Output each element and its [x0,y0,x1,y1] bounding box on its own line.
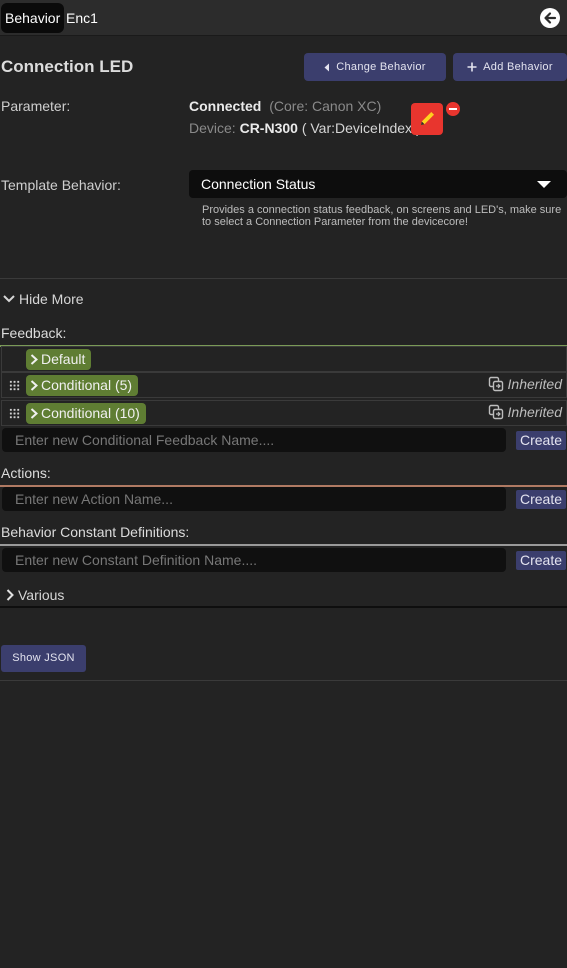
divider [0,606,567,608]
hide-more-label: Hide More [19,291,84,307]
various-toggle[interactable]: Various [6,587,64,603]
drag-handle-icon[interactable] [9,408,20,419]
feedback-item-conditional-10[interactable]: Conditional (10) [26,403,146,424]
drag-handle-icon[interactable] [9,380,20,391]
inherited-label: Inherited [507,376,562,392]
template-description: Provides a connection status feedback, o… [202,204,562,228]
create-constant-button[interactable]: Create [516,551,566,570]
parameter-device-line: Device: CR-N300 ( Var:DeviceIndex ) [189,120,421,136]
hide-more-toggle[interactable]: Hide More [3,291,84,307]
show-json-button[interactable]: Show JSON [1,645,86,672]
caret-down-icon [537,181,551,188]
create-action-button[interactable]: Create [516,490,566,509]
top-bar: Behavior Enc1 [0,0,567,36]
inherited-indicator: Inherited [488,404,562,420]
tab-behavior[interactable]: Behavior [1,3,65,33]
feedback-row-conditional-10: Conditional (10) Inherited [1,400,567,426]
parameter-status-line: Connected (Core: Canon XC) [189,98,381,114]
actions-label: Actions: [1,465,51,481]
various-label: Various [18,587,65,603]
parameter-status: Connected [189,98,262,114]
constants-divider [0,544,567,546]
feedback-row-conditional-5: Conditional (5) Inherited [1,372,567,398]
feedback-item-label: Conditional (5) [41,377,133,393]
add-behavior-label: Add Behavior [483,61,553,73]
page-title: Connection LED [1,57,134,76]
pencil-icon [421,112,434,125]
back-arrow-icon[interactable] [540,8,560,28]
create-feedback-button[interactable]: Create [516,431,566,450]
new-constant-input[interactable]: Enter new Constant Definition Name.... [2,548,506,572]
plus-icon [467,62,477,72]
feedback-label: Feedback: [1,325,67,341]
tab-enc1[interactable]: Enc1 [66,3,98,33]
divider [0,278,567,279]
feedback-item-label: Conditional (10) [41,405,140,421]
feedback-item-conditional-5[interactable]: Conditional (5) [26,375,139,396]
copy-icon [488,376,503,392]
new-action-input[interactable]: Enter new Action Name... [2,487,506,511]
inherited-indicator: Inherited [488,376,562,392]
remove-parameter-icon[interactable] [446,102,460,116]
parameter-core: (Core: Canon XC) [269,98,382,114]
template-behavior-value: Connection Status [201,176,316,192]
device-var: ( Var:DeviceIndex ) [301,120,421,136]
chevron-right-icon [30,408,38,419]
device-name: CR-N300 [239,120,298,136]
feedback-item-default[interactable]: Default [26,349,92,370]
chevron-right-icon [30,380,38,391]
chevron-down-icon [3,295,15,303]
chevron-right-icon [30,354,38,365]
feedback-item-label: Default [41,351,86,367]
caret-left-icon [324,63,330,71]
chevron-right-icon [6,589,14,601]
new-feedback-input[interactable]: Enter new Conditional Feedback Name.... [2,428,506,452]
add-behavior-button[interactable]: Add Behavior [453,53,567,81]
copy-icon [488,404,503,420]
device-prefix: Device: [189,120,236,136]
constants-label: Behavior Constant Definitions: [1,524,190,540]
template-behavior-label: Template Behavior: [1,177,121,193]
divider [0,680,567,681]
feedback-row-default: Default [1,346,567,372]
parameter-label: Parameter: [1,98,71,114]
change-behavior-label: Change Behavior [336,61,426,73]
template-behavior-select[interactable]: Connection Status [189,170,567,198]
edit-parameter-button[interactable] [411,103,443,135]
inherited-label: Inherited [507,404,562,420]
change-behavior-button[interactable]: Change Behavior [304,53,446,81]
